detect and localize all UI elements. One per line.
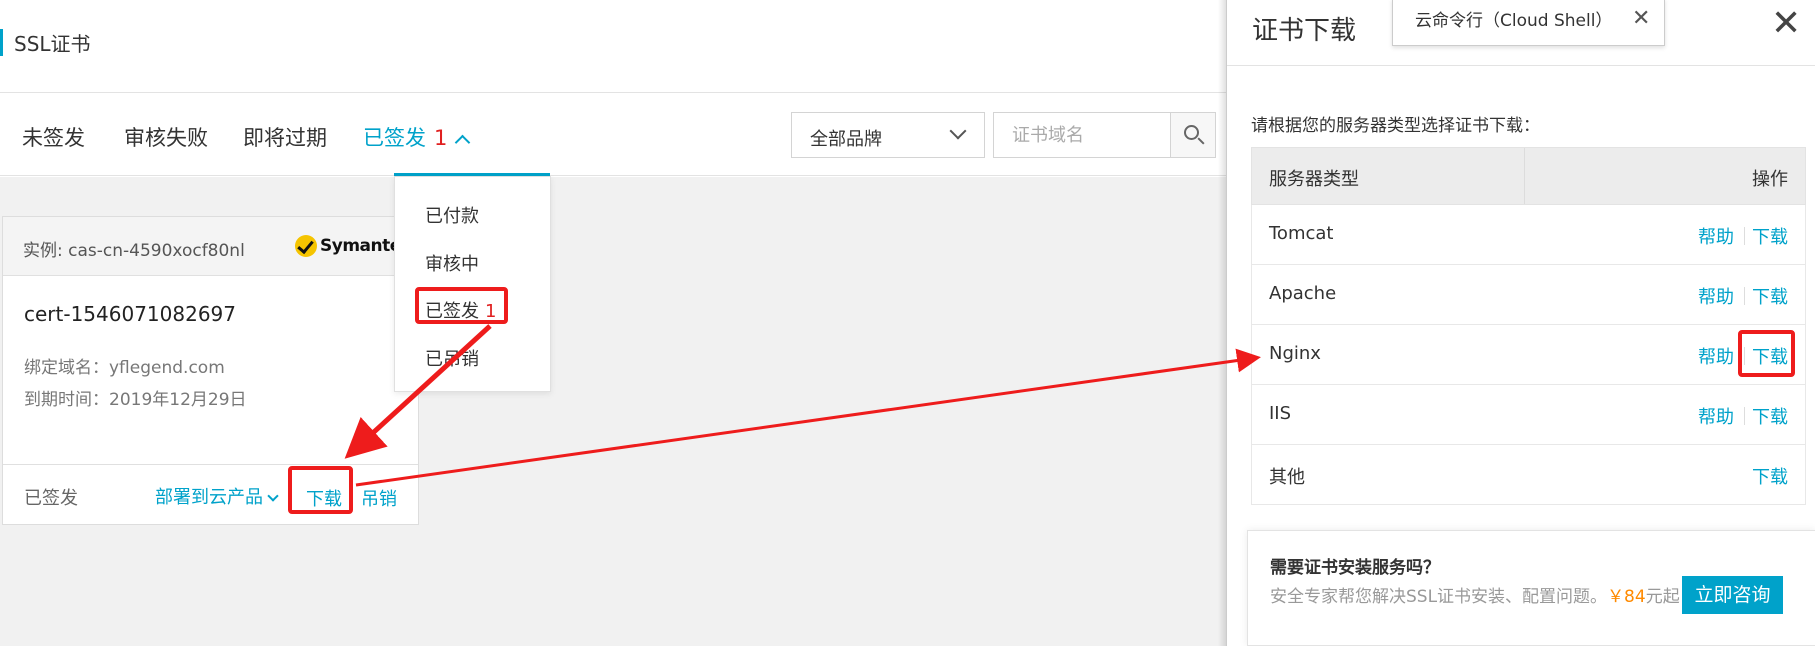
separator bbox=[1744, 407, 1745, 425]
bound-domain-value: yflegend.com bbox=[109, 358, 225, 378]
table-row: Apache 帮助 下载 bbox=[1251, 265, 1806, 325]
divider bbox=[1227, 65, 1815, 66]
table-row: Tomcat 帮助 下载 bbox=[1251, 205, 1806, 265]
title-accent-bar bbox=[0, 29, 3, 56]
server-type-name: Nginx bbox=[1269, 343, 1321, 364]
expiry-value: 2019年12月29日 bbox=[109, 390, 247, 410]
help-link[interactable]: 帮助 bbox=[1698, 343, 1734, 369]
table-row: 其他 下载 bbox=[1251, 445, 1806, 505]
cloud-shell-tab[interactable]: 云命令行（Cloud Shell） ✕ bbox=[1392, 0, 1665, 46]
search-icon-handle bbox=[1197, 137, 1205, 145]
chevron-down-icon bbox=[949, 122, 967, 140]
download-link[interactable]: 下载 bbox=[1752, 223, 1788, 249]
brand-select-value: 全部品牌 bbox=[810, 129, 882, 150]
promo-price: ￥84 bbox=[1607, 587, 1646, 607]
download-panel: 证书下载 云命令行（Cloud Shell） ✕ ✕ 请根据您的服务器类型选择证… bbox=[1226, 0, 1815, 646]
header-action: 操作 bbox=[1752, 169, 1788, 190]
promo-desc-suffix: 元起 bbox=[1645, 587, 1680, 607]
tab-expiring[interactable]: 即将过期 bbox=[243, 122, 327, 152]
tab-issued-label: 已签发 bbox=[363, 126, 426, 150]
chevron-down-icon bbox=[267, 490, 279, 502]
header-server-type: 服务器类型 bbox=[1269, 169, 1359, 190]
table-row: IIS 帮助 下载 bbox=[1251, 385, 1806, 445]
brand-select[interactable]: 全部品牌 bbox=[791, 112, 985, 158]
chevron-up-icon bbox=[455, 134, 471, 151]
card-header: 实例: cas-cn-4590xocf80nl Symantec bbox=[3, 217, 418, 276]
server-type-name: Apache bbox=[1269, 283, 1337, 304]
cert-name: cert-1546071082697 bbox=[24, 302, 237, 326]
bound-domain-label: 绑定域名： bbox=[24, 358, 109, 378]
server-type-name: IIS bbox=[1269, 403, 1292, 424]
dropdown-item-revoked[interactable]: 已吊销 bbox=[425, 345, 479, 371]
instance-id: 实例: cas-cn-4590xocf80nl bbox=[23, 241, 245, 261]
highlight-box-card-download bbox=[288, 466, 353, 514]
help-link[interactable]: 帮助 bbox=[1698, 283, 1734, 309]
certificate-card: 实例: cas-cn-4590xocf80nl Symantec cert-15… bbox=[2, 216, 419, 525]
bound-domain: 绑定域名：yflegend.com bbox=[24, 353, 225, 378]
page-title: SSL证书 bbox=[14, 32, 91, 56]
consult-now-button[interactable]: 立即咨询 bbox=[1682, 576, 1783, 614]
panel-prompt: 请根据您的服务器类型选择证书下载： bbox=[1251, 116, 1540, 136]
panel-title: 证书下载 bbox=[1252, 16, 1357, 46]
separator bbox=[1744, 287, 1745, 305]
tab-review-failed[interactable]: 审核失败 bbox=[124, 122, 208, 152]
tab-unissued[interactable]: 未签发 bbox=[22, 122, 85, 152]
table-header: 服务器类型 操作 bbox=[1251, 147, 1806, 205]
server-type-table: 服务器类型 操作 Tomcat 帮助 下载 Apache 帮助 下载 Nginx… bbox=[1251, 147, 1806, 505]
revoke-link[interactable]: 吊销 bbox=[361, 485, 397, 511]
dropdown-item-reviewing[interactable]: 审核中 bbox=[425, 250, 479, 276]
panel-close-icon[interactable]: ✕ bbox=[1771, 4, 1801, 44]
status-badge: 已签发 bbox=[24, 488, 78, 509]
expiry-date: 到期时间：2019年12月29日 bbox=[24, 385, 247, 410]
highlight-box-dropdown-issued bbox=[415, 287, 508, 324]
promo-desc-text: 安全专家帮您解决SSL证书安装、配置问题。 bbox=[1270, 587, 1608, 607]
tab-issued-count: 1 bbox=[434, 126, 448, 150]
help-link[interactable]: 帮助 bbox=[1698, 223, 1734, 249]
download-link[interactable]: 下载 bbox=[1752, 463, 1788, 489]
table-row: Nginx 帮助 下载 bbox=[1251, 325, 1806, 385]
separator bbox=[1744, 227, 1745, 245]
download-link[interactable]: 下载 bbox=[1752, 283, 1788, 309]
page-header: SSL证书 bbox=[0, 0, 1230, 93]
deploy-to-cloud-button[interactable]: 部署到云产品 bbox=[155, 483, 279, 509]
promo-heading: 需要证书安装服务吗？ bbox=[1270, 558, 1440, 578]
server-type-name: Tomcat bbox=[1269, 223, 1334, 244]
dropdown-item-paid[interactable]: 已付款 bbox=[425, 202, 479, 228]
highlight-box-nginx-download bbox=[1738, 330, 1795, 377]
search-button[interactable] bbox=[1170, 112, 1216, 158]
help-link[interactable]: 帮助 bbox=[1698, 403, 1734, 429]
tab-issued[interactable]: 已签发 1 bbox=[363, 122, 471, 152]
install-service-promo: 需要证书安装服务吗？ 安全专家帮您解决SSL证书安装、配置问题。￥84元起 立即… bbox=[1247, 530, 1815, 646]
domain-search-input[interactable] bbox=[993, 112, 1171, 158]
checkmark-icon bbox=[295, 235, 317, 257]
server-type-name: 其他 bbox=[1269, 467, 1305, 488]
card-footer: 已签发 部署到云产品 下载 吊销 bbox=[3, 464, 418, 524]
status-dropdown-menu: 已付款 审核中 已签发 1 已吊销 bbox=[394, 176, 551, 392]
expiry-label: 到期时间： bbox=[24, 390, 109, 410]
download-link[interactable]: 下载 bbox=[1752, 403, 1788, 429]
deploy-label: 部署到云产品 bbox=[155, 487, 263, 508]
promo-description: 安全专家帮您解决SSL证书安装、配置问题。￥84元起 bbox=[1270, 583, 1680, 612]
close-icon[interactable]: ✕ bbox=[1632, 6, 1650, 31]
cloud-shell-label: 云命令行（Cloud Shell） bbox=[1415, 11, 1613, 31]
